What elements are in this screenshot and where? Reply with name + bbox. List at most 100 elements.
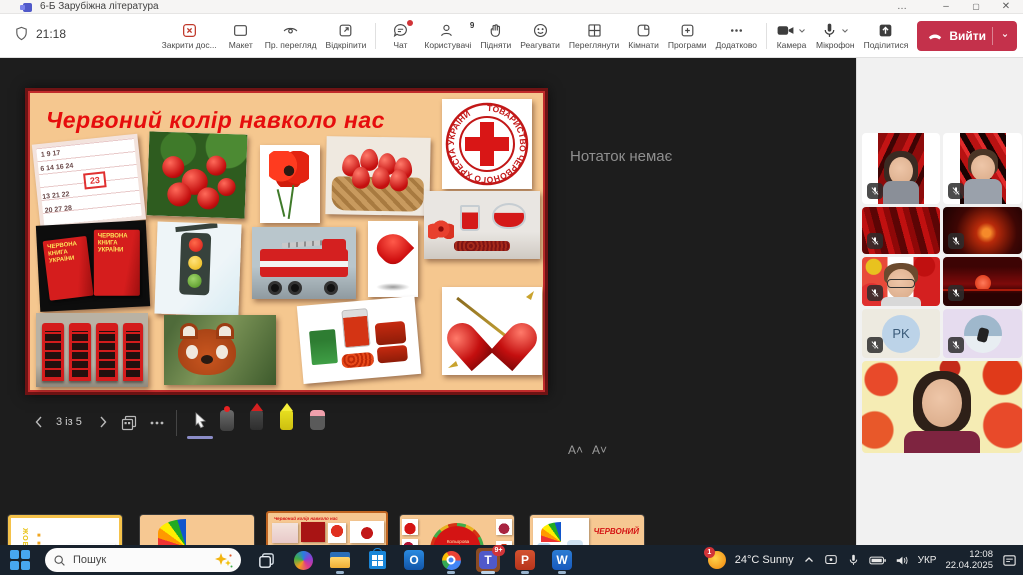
mic-tray-icon[interactable] <box>847 553 860 567</box>
microphone-button[interactable]: Мікрофон <box>816 22 855 50</box>
apps-button[interactable]: Програми <box>668 22 707 50</box>
participant-video-girl[interactable] <box>862 133 940 204</box>
participant-video-boy-glasses[interactable] <box>862 257 940 306</box>
chat-notification-dot <box>407 20 413 26</box>
weather-icon[interactable]: 1 <box>708 551 726 569</box>
slide-more-button[interactable] <box>148 416 166 435</box>
eraser-tool-button[interactable] <box>310 410 325 430</box>
word-button[interactable]: W <box>550 548 574 572</box>
task-view-button[interactable] <box>254 548 278 572</box>
calendar-day-23: 23 <box>83 171 107 189</box>
windows-taskbar: Пошук <box>0 545 1023 575</box>
microsoft-store-button[interactable] <box>365 548 389 572</box>
unpin-icon <box>337 22 354 39</box>
muted-mic-icon <box>948 183 964 199</box>
ellipsis-icon <box>728 22 745 39</box>
hidden-icons-chevron[interactable] <box>803 554 815 566</box>
laser-pointer-button[interactable] <box>220 410 234 431</box>
leave-button[interactable]: Вийти <box>917 21 1017 51</box>
participant-video-red-fire[interactable] <box>943 207 1022 254</box>
tray-time: 12:08 <box>945 549 993 560</box>
more-options-button[interactable]: Додатково <box>716 22 757 50</box>
chrome-icon <box>442 551 461 570</box>
search-icon <box>53 554 66 567</box>
slide-grid-button[interactable] <box>120 413 138 436</box>
clock[interactable]: 12:08 22.04.2025 <box>945 549 993 571</box>
react-button[interactable]: Реагувати <box>520 22 560 50</box>
cursor-tool-button[interactable] <box>190 410 210 437</box>
task-view-icon <box>257 551 276 570</box>
outlook-icon: O <box>404 550 424 570</box>
file-explorer-button[interactable] <box>328 548 352 572</box>
language-indicator[interactable]: УКР <box>918 555 937 566</box>
teams-tray-icon[interactable] <box>824 553 838 567</box>
participant-video-red-fabric[interactable] <box>862 207 940 254</box>
chat-button[interactable]: Чат <box>385 22 415 50</box>
window-more-button[interactable]: … <box>889 0 915 14</box>
chrome-button[interactable] <box>439 548 463 572</box>
battery-icon[interactable] <box>869 554 886 567</box>
participant-avatar-pk[interactable]: PK <box>862 309 940 358</box>
teams-badge: 9+ <box>492 545 505 556</box>
view-button[interactable]: Переглянути <box>569 22 619 50</box>
camera-button[interactable]: Камера <box>776 22 807 50</box>
next-slide-button[interactable] <box>96 414 110 435</box>
camera-chevron-icon[interactable] <box>797 22 807 39</box>
font-decrease-button[interactable]: A˅ <box>592 443 607 457</box>
highlighter-tool-button[interactable] <box>280 410 293 430</box>
meeting-timer: 21:18 <box>14 26 66 41</box>
powerpoint-button[interactable]: P <box>513 548 537 572</box>
arrow-ends <box>442 287 542 375</box>
participants-sidebar: PK <box>856 58 1023 545</box>
controls-separator <box>176 410 177 436</box>
participant-video-boy[interactable] <box>943 133 1022 204</box>
layout-button[interactable]: Макет <box>226 22 256 50</box>
participant-video-teacher[interactable] <box>862 361 1022 453</box>
raise-hand-button[interactable]: Підняти <box>480 22 511 50</box>
participant-initials: PK <box>892 326 909 341</box>
window-minimize-button[interactable]: – <box>933 0 959 14</box>
copilot-button[interactable] <box>291 548 315 572</box>
calendar-image: 1 9 17 6 14 16 24 13 21 22 20 27 28 23 <box>32 134 146 231</box>
red-book-of-ukraine-image: ЧЕРВОНА КНИГА УКРАЇНИ ЧЕРВОНА КНИГА УКРА… <box>36 220 150 312</box>
window-close-button[interactable]: ✕ <box>993 0 1019 14</box>
teams-app-button[interactable]: T 9+ <box>476 548 500 572</box>
apps-plus-icon <box>679 22 696 39</box>
search-box[interactable]: Пошук <box>45 548 241 572</box>
participant-avatar-skier[interactable] <box>943 309 1022 358</box>
meeting-timer-label: 21:18 <box>36 27 66 41</box>
window-titlebar: 6-Б Зарубіжна література … – ▢ ✕ <box>0 0 1023 14</box>
notifications-icon[interactable] <box>1002 553 1017 568</box>
participant-video-red-sunset[interactable] <box>943 257 1022 306</box>
leave-chevron-icon[interactable] <box>999 30 1011 42</box>
grid-view-icon <box>586 22 603 39</box>
rooms-button[interactable]: Кімнати <box>628 22 659 50</box>
word-icon: W <box>552 550 572 570</box>
red-cross-symbol <box>465 122 509 166</box>
presenter-view-button[interactable]: Пр. перегляд <box>265 22 317 50</box>
close-document-button[interactable]: Закрити дос... <box>162 22 217 50</box>
powerpoint-icon: P <box>515 550 535 570</box>
start-button[interactable] <box>8 548 32 572</box>
font-increase-button[interactable]: A˄ <box>568 443 583 457</box>
window-maximize-button[interactable]: ▢ <box>963 0 989 14</box>
weather-text[interactable]: 24°C Sunny <box>735 554 794 566</box>
blood-drop-image <box>368 221 418 297</box>
unpin-button[interactable]: Відкріпити <box>326 22 367 50</box>
shield-icon <box>14 26 29 41</box>
participants-count: 9 <box>470 21 474 30</box>
red-phone-booths-image <box>36 313 148 387</box>
windows-logo-icon <box>10 550 30 570</box>
pen-tool-button[interactable] <box>250 410 263 430</box>
slide-canvas[interactable]: Червоний колір навколо нас 1 9 17 6 14 1… <box>25 88 548 395</box>
outlook-button[interactable]: O <box>402 548 426 572</box>
fire-truck-image <box>252 227 356 299</box>
participants-button[interactable]: 9 Користувачі <box>424 22 471 50</box>
traffic-light-image <box>154 222 241 317</box>
share-button[interactable]: Поділитися <box>864 22 909 50</box>
previous-slide-button[interactable] <box>32 414 46 435</box>
microphone-chevron-icon[interactable] <box>840 22 850 39</box>
muted-mic-icon <box>948 285 964 301</box>
muted-mic-icon <box>867 337 883 353</box>
volume-icon[interactable] <box>895 554 909 567</box>
